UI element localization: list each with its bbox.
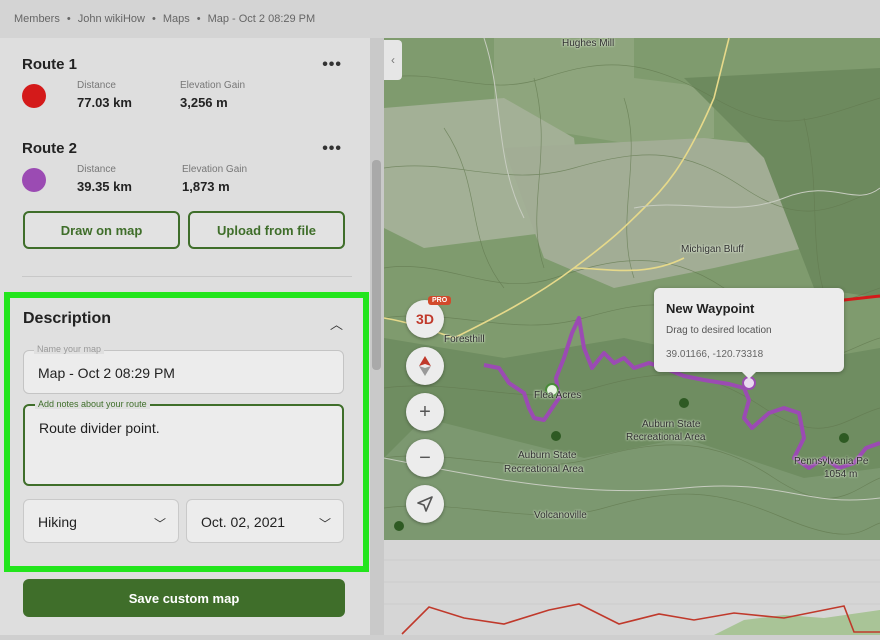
activity-select[interactable]: Hiking ﹀	[23, 499, 179, 543]
map-label-volcanoville: Volcanoville	[534, 510, 587, 521]
description-title: Description	[23, 310, 112, 327]
breadcrumb-user[interactable]: John wikiHow	[78, 13, 145, 25]
compass-icon[interactable]	[406, 347, 444, 385]
map-label-michigan-bluff: Michigan Bluff	[681, 244, 744, 255]
elevation-gain-label: Elevation Gain	[182, 164, 248, 175]
compass-needle-icon	[419, 356, 431, 376]
elevation-gain-value: 3,256 m	[180, 95, 228, 110]
new-waypoint-popup[interactable]: New Waypoint Drag to desired location 39…	[654, 288, 844, 379]
date-value: Oct. 02, 2021	[201, 514, 286, 530]
description-section: Description ︿ Name your map Map - Oct 2 …	[4, 292, 369, 572]
distance-label: Distance	[77, 164, 116, 175]
map-label-auburn-2a: Auburn State	[642, 419, 701, 430]
distance-value: 39.35 km	[77, 179, 132, 194]
upload-from-file-button[interactable]: Upload from file	[188, 211, 345, 249]
breadcrumb-separator: •	[66, 13, 71, 25]
breadcrumb-separator: •	[151, 13, 156, 25]
chevron-down-icon: ﹀	[318, 517, 331, 531]
route-notes-value: Route divider point.	[39, 420, 160, 436]
map-label-auburn-2b: Recreational Area	[626, 432, 706, 443]
route-2-card: Route 2 ••• Distance 39.35 km Elevation …	[22, 140, 352, 194]
popup-subtitle: Drag to desired location	[666, 325, 772, 336]
breadcrumb-maps[interactable]: Maps	[163, 13, 190, 25]
map-label-auburn-1a: Auburn State	[518, 450, 577, 461]
route-2-distance: Distance 39.35 km	[77, 164, 132, 194]
route-2-color-swatch[interactable]	[22, 168, 46, 192]
map-name-value: Map - Oct 2 08:29 PM	[38, 365, 175, 381]
route-1-color-swatch[interactable]	[22, 84, 46, 108]
popup-coordinates: 39.01166, -120.73318	[666, 349, 764, 360]
route-1-title: Route 1	[22, 56, 78, 73]
zoom-out-button[interactable]: −	[406, 439, 444, 477]
elevation-chart	[384, 559, 880, 635]
distance-value: 77.03 km	[77, 95, 132, 110]
route-2-title: Route 2	[22, 140, 78, 157]
elevation-profile[interactable]	[384, 540, 880, 635]
breadcrumb-members[interactable]: Members	[14, 13, 60, 25]
popup-pointer	[742, 372, 756, 379]
map-label-hughes-mill: Hughes Mill	[562, 38, 615, 49]
pro-badge: PRO	[428, 296, 452, 305]
route-2-menu-button[interactable]: •••	[322, 140, 342, 158]
navigation-arrow-icon	[417, 496, 433, 512]
breadcrumb-current: Map - Oct 2 08:29 PM	[207, 13, 316, 25]
divider	[22, 276, 352, 277]
chevron-down-icon: ﹀	[153, 517, 166, 531]
route-1-card: Route 1 ••• Distance 77.03 km Elevation …	[22, 56, 352, 110]
chevron-up-icon[interactable]: ︿	[330, 314, 343, 333]
route-1-distance: Distance 77.03 km	[77, 80, 132, 110]
collapse-sidebar-button[interactable]: ‹	[384, 40, 402, 80]
map-name-label: Name your map	[34, 344, 105, 354]
breadcrumb: Members • John wikiHow • Maps • Map - Oc…	[0, 0, 880, 38]
map-label-flea-acres: Flea Acres	[534, 390, 582, 401]
activity-value: Hiking	[38, 514, 77, 530]
elevation-gain-label: Elevation Gain	[180, 80, 246, 91]
map-label-pennsylvania-elevation: 1054 m	[824, 469, 858, 480]
draw-on-map-button[interactable]: Draw on map	[23, 211, 180, 249]
distance-label: Distance	[77, 80, 116, 91]
save-custom-map-button[interactable]: Save custom map	[23, 579, 345, 617]
popup-title: New Waypoint	[666, 301, 755, 316]
date-select[interactable]: Oct. 02, 2021 ﹀	[186, 499, 344, 543]
locate-me-button[interactable]	[406, 485, 444, 523]
3d-toggle-button[interactable]: 3D	[406, 300, 444, 338]
zoom-in-button[interactable]: +	[406, 393, 444, 431]
map-name-field[interactable]: Name your map Map - Oct 2 08:29 PM	[23, 344, 344, 394]
route-notes-field[interactable]: Add notes about your route Route divider…	[23, 399, 344, 486]
route-notes-label: Add notes about your route	[35, 399, 150, 409]
sidebar-scrollbar-thumb[interactable]	[372, 160, 381, 370]
elevation-gain-value: 1,873 m	[182, 179, 230, 194]
map-label-auburn-1b: Recreational Area	[504, 464, 584, 475]
map-label-pennsylvania-peak: Pennsylvania Pe	[794, 456, 869, 467]
route-1-menu-button[interactable]: •••	[322, 56, 342, 74]
route-2-elevation: Elevation Gain 1,873 m	[182, 164, 247, 194]
breadcrumb-separator: •	[196, 13, 201, 25]
map-label-foresthill: Foresthill	[444, 334, 485, 345]
route-1-elevation: Elevation Gain 3,256 m	[180, 80, 245, 110]
